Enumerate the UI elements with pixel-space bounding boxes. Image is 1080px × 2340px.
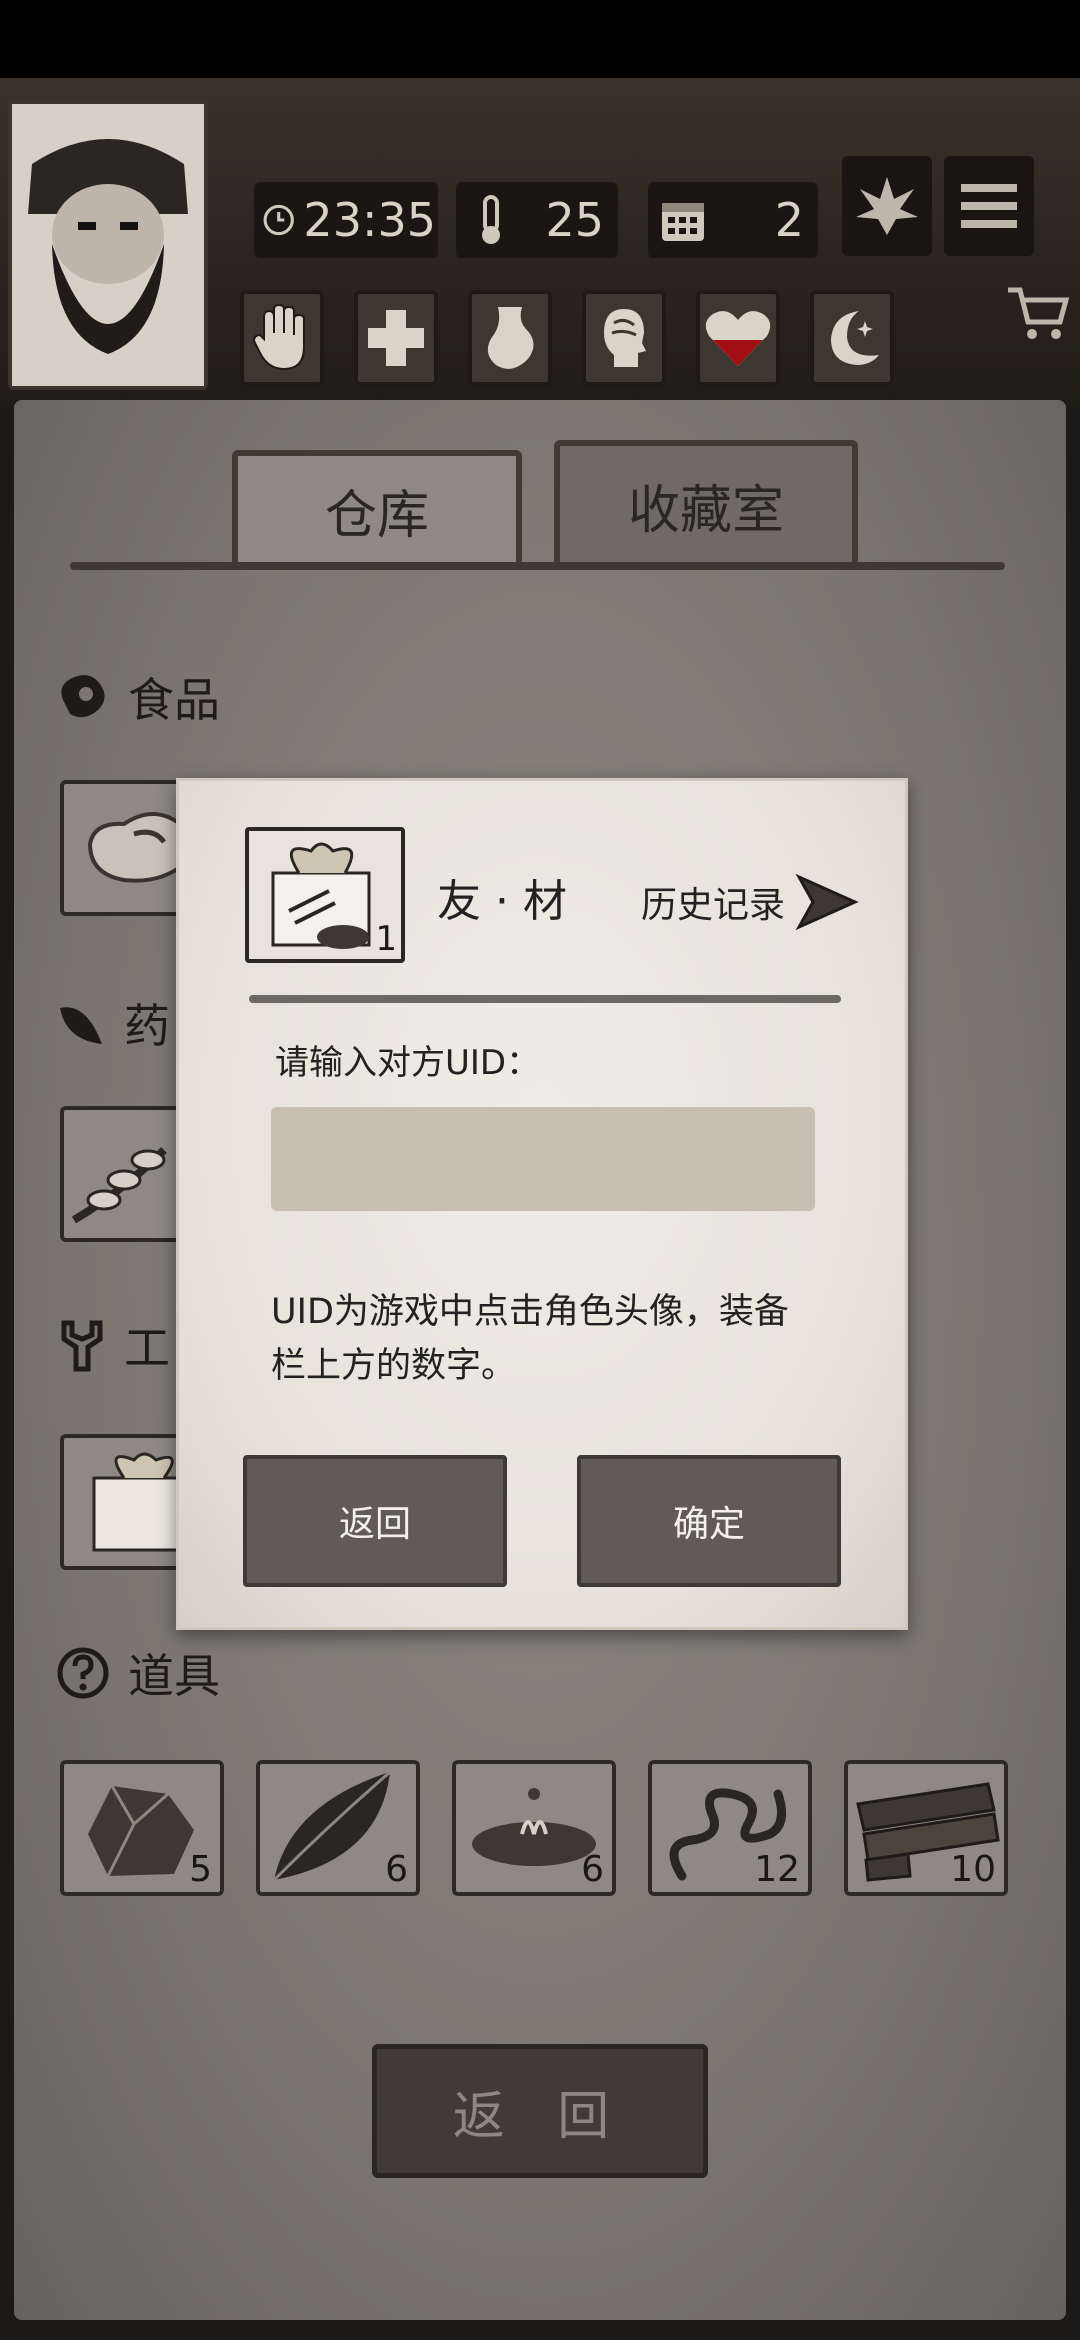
system-status-bar xyxy=(0,0,1080,78)
arrow-right-icon xyxy=(795,873,859,931)
history-button[interactable]: 历史记录 xyxy=(641,871,859,933)
dialog-cancel-label: 返回 xyxy=(338,1504,411,1545)
uid-input[interactable] xyxy=(271,1107,815,1211)
dialog-confirm-button[interactable]: 确定 xyxy=(577,1455,841,1587)
uid-hint-line-1: UID为游戏中点击角色头像，装备 xyxy=(271,1292,789,1332)
history-label: 历史记录 xyxy=(641,885,786,926)
gift-item-slot: 1 xyxy=(245,827,405,963)
uid-hint-line-2: 栏上方的数字。 xyxy=(271,1346,517,1386)
send-gift-dialog: 1 友 · 材 历史记录 请输入对方UID： UID为游戏中点击角色头像，装备 … xyxy=(176,778,908,1630)
dialog-confirm-label: 确定 xyxy=(672,1504,745,1545)
uid-hint: UID为游戏中点击角色头像，装备 栏上方的数字。 xyxy=(271,1285,831,1393)
gift-item-name: 友 · 材 xyxy=(437,876,567,927)
gift-item-count: 1 xyxy=(375,919,397,959)
uid-prompt: 请输入对方UID： xyxy=(275,1043,541,1083)
dialog-divider xyxy=(249,995,841,1003)
dialog-cancel-button[interactable]: 返回 xyxy=(243,1455,507,1587)
